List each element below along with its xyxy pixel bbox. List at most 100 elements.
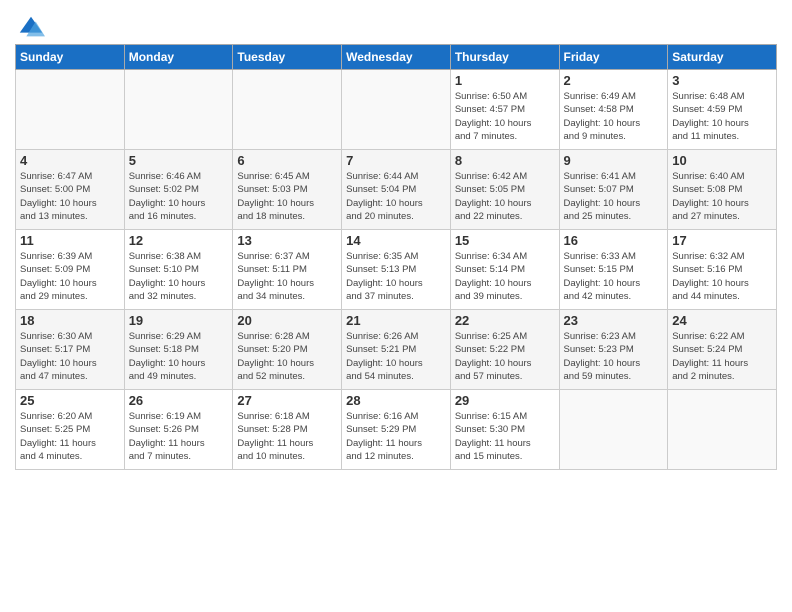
week-row-5: 25Sunrise: 6:20 AM Sunset: 5:25 PM Dayli… — [16, 390, 777, 470]
day-cell: 17Sunrise: 6:32 AM Sunset: 5:16 PM Dayli… — [668, 230, 777, 310]
day-number: 2 — [564, 73, 664, 88]
main-container: SundayMondayTuesdayWednesdayThursdayFrid… — [0, 0, 792, 475]
day-info: Sunrise: 6:38 AM Sunset: 5:10 PM Dayligh… — [129, 250, 229, 303]
day-number: 5 — [129, 153, 229, 168]
day-number: 4 — [20, 153, 120, 168]
day-number: 1 — [455, 73, 555, 88]
day-info: Sunrise: 6:39 AM Sunset: 5:09 PM Dayligh… — [20, 250, 120, 303]
day-cell: 25Sunrise: 6:20 AM Sunset: 5:25 PM Dayli… — [16, 390, 125, 470]
day-number: 3 — [672, 73, 772, 88]
day-info: Sunrise: 6:33 AM Sunset: 5:15 PM Dayligh… — [564, 250, 664, 303]
day-cell: 29 Sunrise: 6:15 AM Sunset: 5:30 PM Dayli… — [450, 390, 559, 470]
day-number: 24 — [672, 313, 772, 328]
day-number: 28 — [346, 393, 446, 408]
col-header-tuesday: Tuesday — [233, 45, 342, 70]
col-header-friday: Friday — [559, 45, 668, 70]
day-cell: 26 Sunrise: 6:19 AM Sunset: 5:26 PM Dayli… — [124, 390, 233, 470]
day-info: Sunrise: 6:22 AM Sunset: 5:24 PM Dayligh… — [672, 330, 772, 383]
day-info: Sunrise: 6:41 AM Sunset: 5:07 PM Dayligh… — [564, 170, 664, 223]
day-info: Sunrise: 6:40 AM Sunset: 5:08 PM Dayligh… — [672, 170, 772, 223]
header-row: SundayMondayTuesdayWednesdayThursdayFrid… — [16, 45, 777, 70]
day-number: 22 — [455, 313, 555, 328]
day-cell: 15 Sunrise: 6:34 AM Sunset: 5:14 PM Dayli… — [450, 230, 559, 310]
day-cell: 14 Sunrise: 6:35 AM Sunset: 5:13 PM Dayli… — [342, 230, 451, 310]
day-number: 15 — [455, 233, 555, 248]
day-info: Sunrise: 6:35 AM Sunset: 5:13 PM Dayligh… — [346, 250, 446, 303]
day-info: Sunrise: 6:18 AM Sunset: 5:28 PM Dayligh… — [237, 410, 337, 463]
col-header-sunday: Sunday — [16, 45, 125, 70]
day-cell: 19 Sunrise: 6:29 AM Sunset: 5:18 PM Dayli… — [124, 310, 233, 390]
day-info: Sunrise: 6:48 AM Sunset: 4:59 PM Dayligh… — [672, 90, 772, 143]
day-number: 23 — [564, 313, 664, 328]
col-header-wednesday: Wednesday — [342, 45, 451, 70]
day-cell — [124, 70, 233, 150]
day-info: Sunrise: 6:42 AM Sunset: 5:05 PM Dayligh… — [455, 170, 555, 223]
logo-icon — [17, 14, 45, 42]
day-number: 12 — [129, 233, 229, 248]
week-row-4: 18 Sunrise: 6:30 AM Sunset: 5:17 PM Dayli… — [16, 310, 777, 390]
day-cell: 20 Sunrise: 6:28 AM Sunset: 5:20 PM Dayli… — [233, 310, 342, 390]
day-cell: 10 Sunrise: 6:40 AM Sunset: 5:08 PM Dayli… — [668, 150, 777, 230]
day-info: Sunrise: 6:30 AM Sunset: 5:17 PM Dayligh… — [20, 330, 120, 383]
day-number: 25 — [20, 393, 120, 408]
day-info: Sunrise: 6:29 AM Sunset: 5:18 PM Dayligh… — [129, 330, 229, 383]
day-cell: 8 Sunrise: 6:42 AM Sunset: 5:05 PM Daylig… — [450, 150, 559, 230]
day-number: 26 — [129, 393, 229, 408]
header — [15, 10, 777, 38]
week-row-2: 4 Sunrise: 6:47 AM Sunset: 5:00 PM Daylig… — [16, 150, 777, 230]
week-row-1: 1Sunrise: 6:50 AM Sunset: 4:57 PM Daylig… — [16, 70, 777, 150]
day-info: Sunrise: 6:19 AM Sunset: 5:26 PM Dayligh… — [129, 410, 229, 463]
day-number: 13 — [237, 233, 337, 248]
day-info: Sunrise: 6:25 AM Sunset: 5:22 PM Dayligh… — [455, 330, 555, 383]
day-cell: 9 Sunrise: 6:41 AM Sunset: 5:07 PM Daylig… — [559, 150, 668, 230]
day-cell — [16, 70, 125, 150]
day-number: 8 — [455, 153, 555, 168]
day-number: 19 — [129, 313, 229, 328]
day-info: Sunrise: 6:15 AM Sunset: 5:30 PM Dayligh… — [455, 410, 555, 463]
day-info: Sunrise: 6:47 AM Sunset: 5:00 PM Dayligh… — [20, 170, 120, 223]
day-number: 20 — [237, 313, 337, 328]
day-number: 14 — [346, 233, 446, 248]
week-row-3: 11 Sunrise: 6:39 AM Sunset: 5:09 PM Dayli… — [16, 230, 777, 310]
day-cell — [342, 70, 451, 150]
day-number: 18 — [20, 313, 120, 328]
day-cell: 6 Sunrise: 6:45 AM Sunset: 5:03 PM Daylig… — [233, 150, 342, 230]
day-cell: 2Sunrise: 6:49 AM Sunset: 4:58 PM Daylig… — [559, 70, 668, 150]
day-cell: 13 Sunrise: 6:37 AM Sunset: 5:11 PM Dayli… — [233, 230, 342, 310]
day-cell: 28 Sunrise: 6:16 AM Sunset: 5:29 PM Dayli… — [342, 390, 451, 470]
day-info: Sunrise: 6:37 AM Sunset: 5:11 PM Dayligh… — [237, 250, 337, 303]
day-info: Sunrise: 6:32 AM Sunset: 5:16 PM Dayligh… — [672, 250, 772, 303]
day-info: Sunrise: 6:26 AM Sunset: 5:21 PM Dayligh… — [346, 330, 446, 383]
day-cell — [559, 390, 668, 470]
day-number: 21 — [346, 313, 446, 328]
col-header-monday: Monday — [124, 45, 233, 70]
day-number: 7 — [346, 153, 446, 168]
day-info: Sunrise: 6:16 AM Sunset: 5:29 PM Dayligh… — [346, 410, 446, 463]
day-cell: 27 Sunrise: 6:18 AM Sunset: 5:28 PM Dayli… — [233, 390, 342, 470]
day-info: Sunrise: 6:45 AM Sunset: 5:03 PM Dayligh… — [237, 170, 337, 223]
day-number: 29 — [455, 393, 555, 408]
day-number: 11 — [20, 233, 120, 248]
day-number: 27 — [237, 393, 337, 408]
day-number: 16 — [564, 233, 664, 248]
day-number: 10 — [672, 153, 772, 168]
logo — [15, 14, 45, 38]
day-cell: 12 Sunrise: 6:38 AM Sunset: 5:10 PM Dayli… — [124, 230, 233, 310]
day-cell — [233, 70, 342, 150]
day-cell: 11 Sunrise: 6:39 AM Sunset: 5:09 PM Dayli… — [16, 230, 125, 310]
day-cell: 3 Sunrise: 6:48 AM Sunset: 4:59 PM Daylig… — [668, 70, 777, 150]
col-header-thursday: Thursday — [450, 45, 559, 70]
day-info: Sunrise: 6:23 AM Sunset: 5:23 PM Dayligh… — [564, 330, 664, 383]
day-number: 6 — [237, 153, 337, 168]
day-cell — [668, 390, 777, 470]
day-cell: 4 Sunrise: 6:47 AM Sunset: 5:00 PM Daylig… — [16, 150, 125, 230]
day-number: 9 — [564, 153, 664, 168]
col-header-saturday: Saturday — [668, 45, 777, 70]
day-info: Sunrise: 6:28 AM Sunset: 5:20 PM Dayligh… — [237, 330, 337, 383]
day-info: Sunrise: 6:46 AM Sunset: 5:02 PM Dayligh… — [129, 170, 229, 223]
calendar-table: SundayMondayTuesdayWednesdayThursdayFrid… — [15, 44, 777, 470]
day-cell: 21 Sunrise: 6:26 AM Sunset: 5:21 PM Dayli… — [342, 310, 451, 390]
day-info: Sunrise: 6:34 AM Sunset: 5:14 PM Dayligh… — [455, 250, 555, 303]
day-cell: 22 Sunrise: 6:25 AM Sunset: 5:22 PM Dayli… — [450, 310, 559, 390]
day-cell: 16 Sunrise: 6:33 AM Sunset: 5:15 PM Dayli… — [559, 230, 668, 310]
